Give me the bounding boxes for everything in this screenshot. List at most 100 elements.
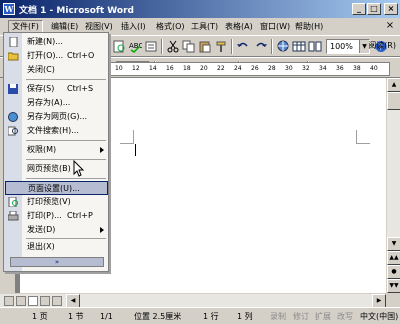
ruler-number: 24 xyxy=(234,65,242,72)
copy-icon[interactable] xyxy=(182,40,196,53)
menu-item-shortcut: Ctrl+S xyxy=(67,84,94,93)
status-section: 1 节 xyxy=(68,312,84,321)
undo-icon[interactable] xyxy=(236,40,250,53)
menu-item-save-as-web[interactable]: 另存为网页(G)... xyxy=(5,110,108,124)
horizontal-scrollbar[interactable]: ◀ ▶ xyxy=(0,293,386,308)
page-margin-corner xyxy=(356,130,370,144)
status-overtype[interactable]: 改写 xyxy=(337,311,353,323)
status-page-of: 1/1 xyxy=(100,312,113,321)
next-page-button[interactable]: ▼▼ xyxy=(387,279,400,293)
menu-item-print[interactable]: 打印(P)... Ctrl+P xyxy=(5,209,108,223)
menu-separator xyxy=(26,238,106,239)
research-icon[interactable] xyxy=(144,40,158,53)
status-column: 1 列 xyxy=(237,312,253,321)
menu-item-exit[interactable]: 退出(X) xyxy=(5,240,108,254)
redo-icon[interactable] xyxy=(254,40,268,53)
toolbar-separator xyxy=(271,39,273,54)
minimize-button[interactable]: _ xyxy=(352,3,366,15)
outline-view-icon[interactable] xyxy=(40,296,50,306)
menu-item-new[interactable]: 新建(N)... xyxy=(5,35,108,49)
expand-menu-button[interactable]: » xyxy=(10,257,104,267)
columns-icon[interactable] xyxy=(308,40,322,53)
reading-layout-view-icon[interactable] xyxy=(52,296,62,306)
menu-separator xyxy=(26,140,106,141)
web-layout-view-icon[interactable] xyxy=(16,296,26,306)
menu-item-label: 退出(X) xyxy=(27,242,55,251)
scroll-up-button[interactable]: ▲ xyxy=(387,78,400,92)
select-browse-object-button[interactable]: ● xyxy=(387,265,400,279)
print-layout-view-icon[interactable] xyxy=(28,296,38,306)
status-position: 位置 2.5厘米 xyxy=(134,312,182,321)
read-mode-label: 阅读(R) xyxy=(368,41,396,50)
menu-item-label: 打开(O)... xyxy=(27,51,64,60)
menu-window[interactable]: 窗口(W) xyxy=(257,20,293,33)
ruler-number: 12 xyxy=(132,65,140,72)
ruler-number: 40 xyxy=(370,65,378,72)
horizontal-ruler[interactable]: 10 12 14 16 18 20 22 24 26 28 30 32 34 36 38 40 xyxy=(108,62,390,76)
menu-item-shortcut: Ctrl+P xyxy=(67,211,93,220)
menu-item-page-setup[interactable]: 页面设置(U)... xyxy=(5,181,108,195)
menu-table[interactable]: 表格(A) xyxy=(222,20,256,33)
ruler-number: 22 xyxy=(217,65,225,72)
save-icon xyxy=(8,84,18,94)
close-document-icon[interactable]: × xyxy=(384,20,396,32)
menu-item-label: 打印预览(V) xyxy=(27,197,71,206)
spellcheck-icon[interactable]: ABC xyxy=(128,40,142,53)
print-preview-icon[interactable] xyxy=(112,40,126,53)
ruler-number: 14 xyxy=(149,65,157,72)
menu-separator xyxy=(26,79,106,80)
status-record[interactable]: 录制 xyxy=(270,311,286,323)
menu-item-label: 权限(M) xyxy=(27,145,57,154)
vertical-scrollbar[interactable]: ▲ ▼ ▲▲ ● ▼▼ xyxy=(386,78,400,293)
menu-item-print-preview[interactable]: 打印预览(V) xyxy=(5,195,108,209)
format-painter-icon[interactable] xyxy=(214,40,228,53)
table-icon[interactable] xyxy=(292,40,306,53)
normal-view-icon[interactable] xyxy=(4,296,14,306)
menu-insert[interactable]: 插入(I) xyxy=(118,20,149,33)
ruler-number: 20 xyxy=(200,65,208,72)
paste-icon[interactable] xyxy=(198,40,212,53)
menu-item-close[interactable]: 关闭(C) xyxy=(5,63,108,77)
menu-separator xyxy=(26,178,106,179)
menu-item-send[interactable]: 发送(D) xyxy=(5,223,108,237)
read-mode-button[interactable]: 阅读(R) xyxy=(354,38,396,53)
ruler-number: 10 xyxy=(115,65,123,72)
menu-tools[interactable]: 工具(T) xyxy=(188,20,221,33)
scroll-down-button[interactable]: ▼ xyxy=(387,237,400,251)
new-document-icon xyxy=(9,37,18,47)
menu-separator xyxy=(26,159,106,160)
menu-item-open[interactable]: 打开(O)... Ctrl+O xyxy=(5,49,108,63)
menu-item-label: 另存为(A)... xyxy=(27,98,71,107)
status-extend[interactable]: 扩展 xyxy=(315,311,331,323)
web-page-icon xyxy=(8,112,18,122)
scroll-left-button[interactable]: ◀ xyxy=(66,294,80,308)
svg-text:ABC: ABC xyxy=(129,42,142,50)
menu-item-label: 另存为网页(G)... xyxy=(27,112,88,121)
menu-item-file-search[interactable]: 文件搜索(H)... xyxy=(5,124,108,138)
text-cursor xyxy=(135,144,136,156)
maximize-button[interactable]: □ xyxy=(367,3,381,15)
scroll-thumb[interactable] xyxy=(387,92,400,110)
cut-icon[interactable] xyxy=(166,40,180,53)
menu-item-label: 发送(D) xyxy=(27,225,56,234)
menu-item-permission[interactable]: 权限(M) xyxy=(5,143,108,157)
toolbar-separator xyxy=(231,39,233,54)
close-button[interactable]: × xyxy=(384,3,398,15)
submenu-arrow-icon xyxy=(100,227,104,233)
previous-page-button[interactable]: ▲▲ xyxy=(387,251,400,265)
menu-item-label: 页面设置(U)... xyxy=(28,184,80,193)
menu-help[interactable]: 帮助(H) xyxy=(292,20,326,33)
status-track-changes[interactable]: 修订 xyxy=(293,311,309,323)
menu-item-save[interactable]: 保存(S) Ctrl+S xyxy=(5,82,108,96)
title-bar: W 文档 1 - Microsoft Word _ □ × xyxy=(0,0,400,18)
menu-item-save-as[interactable]: 另存为(A)... xyxy=(5,96,108,110)
ruler-number: 18 xyxy=(183,65,191,72)
menu-format[interactable]: 格式(O) xyxy=(153,20,188,33)
scroll-right-button[interactable]: ▶ xyxy=(372,294,386,308)
ruler-number: 32 xyxy=(302,65,310,72)
hyperlink-icon[interactable] xyxy=(276,40,290,53)
status-bar: 1 页 1 节 1/1 位置 2.5厘米 1 行 1 列 录制 修订 扩展 改写… xyxy=(0,307,400,324)
menu-item-web-preview[interactable]: 网页预览(B) xyxy=(5,162,108,176)
word-app-icon[interactable]: W xyxy=(3,3,15,15)
status-page: 1 页 xyxy=(32,312,48,321)
